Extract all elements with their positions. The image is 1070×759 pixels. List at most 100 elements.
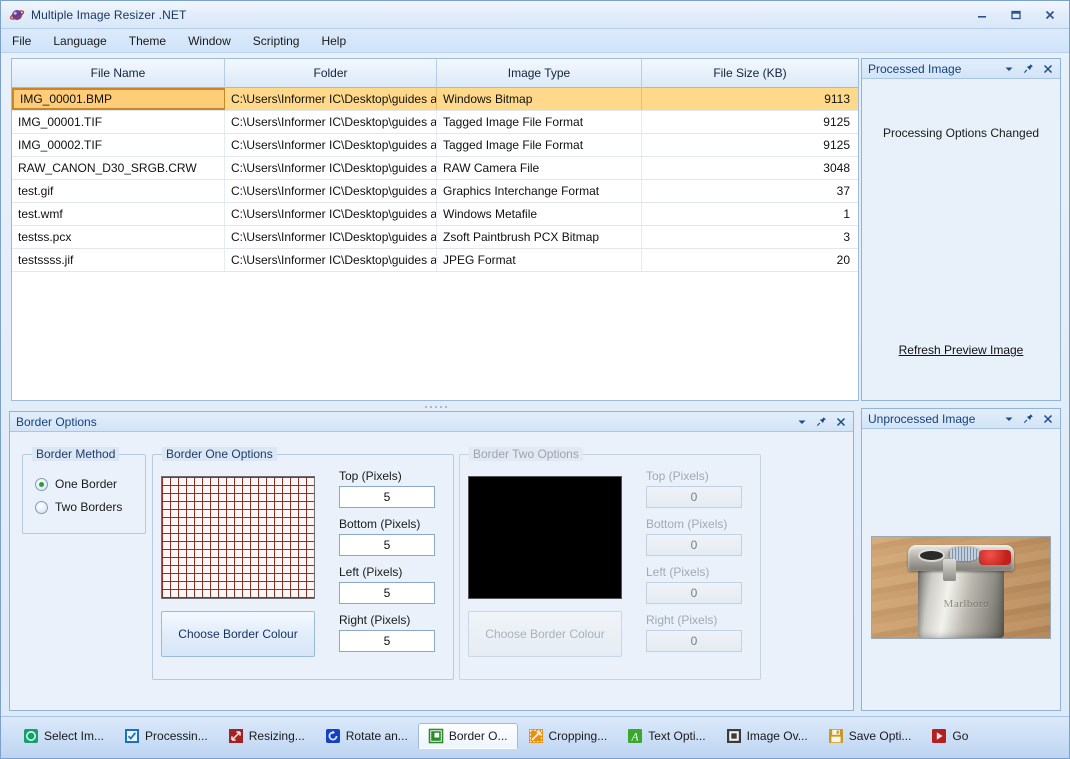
tab-resizing[interactable]: Resizing... xyxy=(218,723,315,749)
cell-file-name: IMG_00001.TIF xyxy=(12,111,225,133)
table-row[interactable]: IMG_00001.TIF C:\Users\Informer IC\Deskto… xyxy=(12,111,858,134)
pin-icon[interactable] xyxy=(816,416,827,427)
save-options-icon xyxy=(828,728,844,744)
menu-item-theme[interactable]: Theme xyxy=(118,31,177,51)
column-header-file-name[interactable]: File Name xyxy=(12,59,225,88)
border-one-top-label: Top (Pixels) xyxy=(339,469,402,483)
cell-file-size: 9125 xyxy=(823,138,850,152)
menu-item-window[interactable]: Window xyxy=(177,31,242,51)
cell-folder: C:\Users\Informer IC\Desktop\guides a... xyxy=(225,88,437,110)
tab-rotate[interactable]: Rotate an... xyxy=(315,723,418,749)
menu-item-language[interactable]: Language xyxy=(42,31,117,51)
border-one-right-input[interactable]: 5 xyxy=(339,630,435,652)
pin-icon[interactable] xyxy=(1023,413,1034,424)
processed-image-panel-label: Processed Image xyxy=(868,61,962,76)
menu-item-file[interactable]: File xyxy=(1,31,42,51)
border-one-bottom-input[interactable]: 5 xyxy=(339,534,435,556)
tab-label: Save Opti... xyxy=(848,729,912,743)
window-controls xyxy=(971,6,1069,24)
cell-folder: C:\Users\Informer IC\Desktop\guides a... xyxy=(225,203,437,225)
border-one-options-group-title: Border One Options xyxy=(162,447,277,461)
radio-one-border[interactable]: One Border xyxy=(35,477,145,491)
border-two-options-group: Border Two Options Choose Border Colour … xyxy=(459,447,761,680)
tab-processing-options[interactable]: Processin... xyxy=(114,723,218,749)
chevron-down-icon[interactable] xyxy=(1004,414,1014,424)
border-options-icon xyxy=(428,728,444,744)
menu-item-help[interactable]: Help xyxy=(310,31,357,51)
close-icon[interactable] xyxy=(1039,6,1061,24)
close-icon[interactable] xyxy=(836,417,846,427)
radio-two-borders-label: Two Borders xyxy=(55,500,123,514)
table-row[interactable]: RAW_CANON_D30_SRGB.CRW C:\Users\Informer … xyxy=(12,157,858,180)
tab-label: Go xyxy=(952,729,969,743)
grid-header-row: File Name Folder Image Type File Size (K… xyxy=(12,59,858,88)
table-row[interactable]: IMG_00001.BMP C:\Users\Informer IC\Deskto… xyxy=(12,88,858,111)
minimize-icon[interactable] xyxy=(971,6,993,24)
border-options-panel-title-bar: Border Options xyxy=(10,412,853,432)
cell-image-type: Tagged Image File Format xyxy=(437,111,642,133)
menu-item-scripting[interactable]: Scripting xyxy=(242,31,311,51)
text-options-icon: A xyxy=(627,728,643,744)
close-icon[interactable] xyxy=(1043,414,1053,424)
column-header-image-type[interactable]: Image Type xyxy=(437,59,642,88)
cell-file-name: IMG_00001.BMP xyxy=(12,88,225,110)
border-one-right-field: Right (Pixels) 5 xyxy=(339,613,435,652)
maximize-icon[interactable] xyxy=(1005,6,1027,24)
border-one-colour-preview xyxy=(161,476,315,599)
lighter-photo: Marlboro xyxy=(872,537,1050,638)
horizontal-splitter[interactable] xyxy=(416,404,456,409)
pin-icon[interactable] xyxy=(1023,63,1034,74)
tab-select-images[interactable]: Select Im... xyxy=(13,723,114,749)
tab-cropping[interactable]: Cropping... xyxy=(518,723,618,749)
border-one-left-input[interactable]: 5 xyxy=(339,582,435,604)
border-one-fields: Top (Pixels) 5 Bottom (Pixels) 5 Left (P… xyxy=(339,469,435,652)
processing-options-icon xyxy=(124,728,140,744)
border-two-top-label: Top (Pixels) xyxy=(646,469,709,483)
border-options-body: Border Method One Border Two Borders Bor… xyxy=(10,432,853,710)
table-row[interactable]: testssss.jif C:\Users\Informer IC\Desktop… xyxy=(12,249,858,272)
tab-go[interactable]: Go xyxy=(921,723,978,749)
cell-image-type: Tagged Image File Format xyxy=(437,134,642,156)
border-one-options-group: Border One Options Choose Border Colour … xyxy=(152,447,454,680)
cell-file-name: testssss.jif xyxy=(12,249,225,271)
table-row[interactable]: test.wmf C:\Users\Informer IC\Desktop\gui… xyxy=(12,203,858,226)
file-list-grid[interactable]: File Name Folder Image Type File Size (K… xyxy=(11,58,859,401)
cell-file-size: 3048 xyxy=(823,161,850,175)
border-two-options-group-title: Border Two Options xyxy=(469,447,583,461)
chevron-down-icon[interactable] xyxy=(797,417,807,427)
border-one-top-input[interactable]: 5 xyxy=(339,486,435,508)
table-row[interactable]: testss.pcx C:\Users\Informer IC\Desktop\g… xyxy=(12,226,858,249)
cell-folder: C:\Users\Informer IC\Desktop\guides a... xyxy=(225,111,437,133)
unprocessed-image-thumbnail[interactable]: Marlboro xyxy=(871,536,1051,639)
workspace: File Name Folder Image Type File Size (K… xyxy=(1,53,1069,718)
border-two-right-input: 0 xyxy=(646,630,742,652)
border-two-right-label: Right (Pixels) xyxy=(646,613,718,627)
tab-image-overlay[interactable]: Image Ov... xyxy=(716,723,818,749)
processing-status-message: Processing Options Changed xyxy=(882,126,1040,140)
tab-border-options[interactable]: Border O... xyxy=(417,723,518,749)
title-bar: Multiple Image Resizer .NET xyxy=(1,1,1069,29)
cell-file-size: 37 xyxy=(836,184,850,198)
chevron-down-icon[interactable] xyxy=(1004,64,1014,74)
choose-border-one-colour-button[interactable]: Choose Border Colour xyxy=(161,611,315,657)
cell-image-type: Graphics Interchange Format xyxy=(437,180,642,202)
border-one-right-label: Right (Pixels) xyxy=(339,613,411,627)
table-row[interactable]: IMG_00002.TIF C:\Users\Informer IC\Deskto… xyxy=(12,134,858,157)
column-header-file-size[interactable]: File Size (KB) xyxy=(642,59,858,88)
svg-text:A: A xyxy=(631,731,640,743)
column-header-folder[interactable]: Folder xyxy=(225,59,437,88)
table-row[interactable]: test.gif C:\Users\Informer IC\Desktop\gui… xyxy=(12,180,858,203)
unprocessed-panel-controls xyxy=(1004,413,1060,424)
tab-text-options[interactable]: A Text Opti... xyxy=(617,723,715,749)
radio-one-border-indicator xyxy=(35,477,48,491)
tab-label: Select Im... xyxy=(44,729,105,743)
close-icon[interactable] xyxy=(1043,64,1053,74)
choose-border-two-colour-button: Choose Border Colour xyxy=(468,611,622,657)
cell-file-size: 9125 xyxy=(823,115,850,129)
border-two-top-field: Top (Pixels) 0 xyxy=(646,469,742,508)
refresh-preview-image-link[interactable]: Refresh Preview Image xyxy=(862,343,1060,357)
cell-file-size: 1 xyxy=(843,207,850,221)
cell-folder: C:\Users\Informer IC\Desktop\guides a... xyxy=(225,180,437,202)
radio-two-borders[interactable]: Two Borders xyxy=(35,500,145,514)
tab-save-options[interactable]: Save Opti... xyxy=(818,723,922,749)
